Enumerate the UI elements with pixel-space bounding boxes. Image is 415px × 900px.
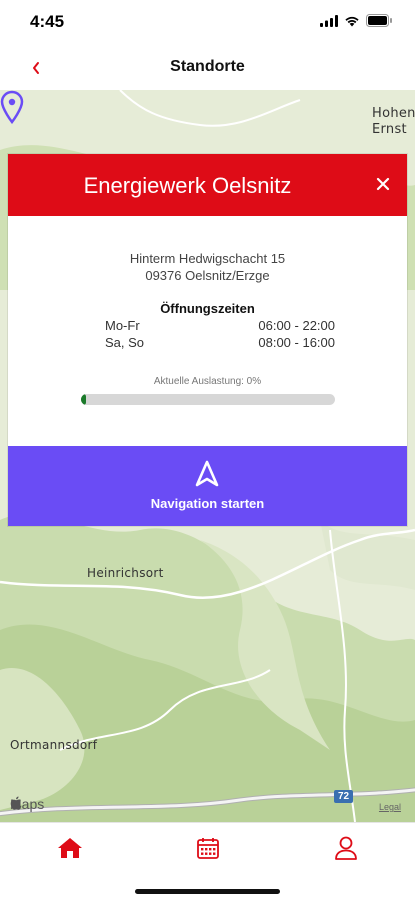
user-icon [335, 836, 357, 860]
map-label-hohen-ernst: Hohen Ernst [372, 106, 415, 138]
home-indicator [135, 889, 280, 894]
navigation-bar: Standorte [0, 44, 415, 90]
home-icon [58, 838, 82, 858]
utilization-label: Aktuelle Auslastung: 0% [153, 376, 262, 387]
signal-icon [320, 14, 338, 27]
utilization-progress-fill [81, 394, 87, 405]
map-label-ernst: Ernst [372, 122, 407, 137]
opening-hours-time: 06:00 - 22:00 [258, 318, 335, 333]
utilization-progress-bar [81, 394, 335, 405]
tab-profile[interactable] [331, 833, 361, 863]
close-icon [376, 177, 390, 191]
road-number-badge: 72 [334, 790, 354, 803]
map-label-ortmannsdorf: Ortmannsdorf [10, 738, 98, 752]
battery-icon [366, 14, 392, 27]
status-icons [320, 14, 393, 27]
page-title: Standorte [170, 58, 245, 75]
close-button[interactable] [373, 174, 393, 194]
legal-link[interactable]: Legal [379, 802, 401, 812]
address-street: Hinterm Hedwigschacht 15 [129, 251, 286, 266]
address-city: 09376 Oelsnitz/Erzge [145, 268, 270, 283]
map-label-hohen: Hohen [372, 106, 415, 121]
start-navigation-label: Navigation starten [150, 496, 265, 511]
wifi-icon [345, 16, 359, 26]
opening-hours-days: Mo-Fr [105, 318, 140, 333]
navigation-arrow-icon [195, 460, 219, 487]
start-navigation-button[interactable]: Navigation starten [8, 446, 407, 526]
calendar-icon [197, 838, 219, 859]
tab-bar [0, 822, 415, 900]
modal-title: Energiewerk Oelsnitz [83, 173, 292, 198]
apple-icon [10, 796, 22, 810]
tab-calendar[interactable] [193, 833, 223, 863]
status-bar: 4:45 [0, 0, 415, 44]
status-time: 4:45 [30, 12, 65, 31]
opening-hours-time: 08:00 - 16:00 [258, 335, 335, 350]
opening-hours-days: Sa, So [105, 335, 145, 350]
opening-hours-title: Öffnungszeiten [160, 301, 255, 316]
location-detail-modal: Energiewerk Oelsnitz Hinterm Hedwigschac… [8, 154, 407, 526]
opening-hours-row: Mo-Fr 06:00 - 22:00 [105, 318, 335, 333]
modal-header: Energiewerk Oelsnitz [8, 154, 407, 216]
address: Hinterm Hedwigschacht 15 09376 Oelsnitz/… [8, 250, 407, 284]
apple-maps-logo: Maps [10, 796, 44, 812]
opening-hours-row: Sa, So 08:00 - 16:00 [105, 335, 335, 350]
map-label-heinrichsort: Heinrichsort [87, 566, 164, 580]
location-pin-icon[interactable] [0, 90, 24, 124]
tab-home[interactable] [55, 833, 85, 863]
